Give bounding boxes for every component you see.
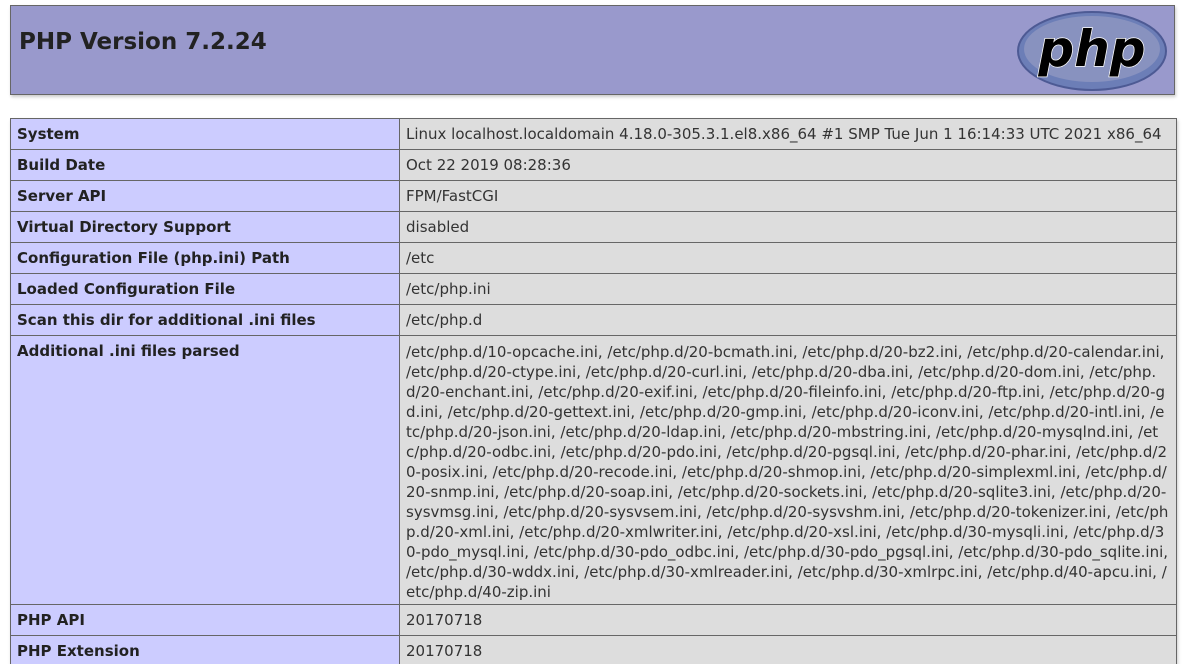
phpinfo-table: System Linux localhost.localdomain 4.18.… [10,118,1177,664]
row-key: Build Date [10,149,400,181]
table-row: Configuration File (php.ini) Path /etc [10,242,1177,274]
table-row: Scan this dir for additional .ini files … [10,304,1177,336]
table-row: Loaded Configuration File /etc/php.ini [10,273,1177,305]
row-value: /etc/php.d/10-opcache.ini, /etc/php.d/20… [399,335,1177,605]
row-key: Server API [10,180,400,212]
phpinfo-header: PHP Version 7.2.24 php [10,5,1175,95]
row-value: disabled [399,211,1177,243]
table-row: PHP API 20170718 [10,604,1177,636]
row-key: System [10,118,400,150]
table-row: Additional .ini files parsed /etc/php.d/… [10,335,1177,605]
row-value: 20170718 [399,635,1177,664]
row-key: Additional .ini files parsed [10,335,400,605]
table-row: Server API FPM/FastCGI [10,180,1177,212]
phpinfo-page: PHP Version 7.2.24 php System Linux loca… [0,0,1186,664]
row-key: Virtual Directory Support [10,211,400,243]
table-row: System Linux localhost.localdomain 4.18.… [10,118,1177,150]
page-title: PHP Version 7.2.24 [19,29,267,55]
row-key: PHP Extension [10,635,400,664]
table-row: Build Date Oct 22 2019 08:28:36 [10,149,1177,181]
row-value: Linux localhost.localdomain 4.18.0-305.3… [399,118,1177,150]
row-key: PHP API [10,604,400,636]
row-value: /etc/php.ini [399,273,1177,305]
row-key: Scan this dir for additional .ini files [10,304,400,336]
row-value: FPM/FastCGI [399,180,1177,212]
row-key: Configuration File (php.ini) Path [10,242,400,274]
php-logo-icon[interactable]: php [1016,10,1168,92]
row-value: /etc/php.d [399,304,1177,336]
row-value: /etc [399,242,1177,274]
table-row: Virtual Directory Support disabled [10,211,1177,243]
table-row: PHP Extension 20170718 [10,635,1177,664]
row-value: Oct 22 2019 08:28:36 [399,149,1177,181]
svg-text:php: php [1037,20,1145,78]
row-value: 20170718 [399,604,1177,636]
row-key: Loaded Configuration File [10,273,400,305]
